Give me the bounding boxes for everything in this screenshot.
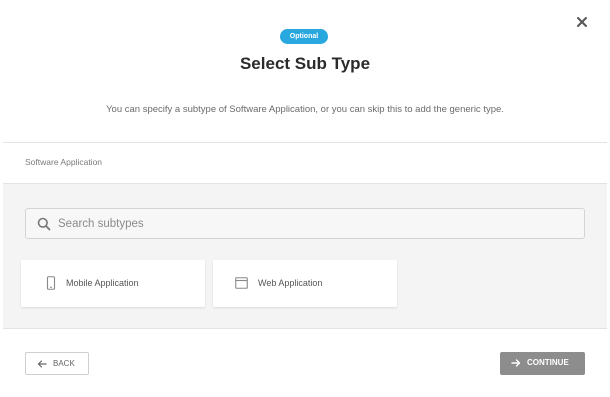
continue-label: CONTINUE (527, 358, 569, 367)
search-icon (37, 217, 51, 231)
dialog-title: Select Sub Type (239, 54, 371, 73)
dialog-subtitle: You can specify a subtype of Software Ap… (106, 104, 504, 115)
subtype-card-web-application[interactable]: Web Application (213, 260, 397, 307)
mobile-phone-icon (46, 276, 56, 290)
browser-window-icon (235, 277, 248, 289)
optional-badge: Optional (280, 29, 328, 44)
arrow-right-icon (511, 359, 521, 367)
select-subtype-dialog: Optional Select Sub Type You can specify… (3, 0, 607, 397)
divider (3, 328, 607, 329)
continue-button[interactable]: CONTINUE (500, 352, 585, 375)
arrow-left-icon (37, 360, 47, 368)
subtype-content: Mobile Application Web Application (3, 184, 607, 328)
section-label: Software Application (25, 157, 103, 167)
section-header: Software Application (3, 143, 607, 183)
subtype-card-mobile-application[interactable]: Mobile Application (21, 260, 205, 307)
dialog-header: Optional Select Sub Type You can specify… (3, 0, 607, 142)
subtype-label: Web Application (258, 278, 323, 288)
search-input[interactable] (58, 209, 578, 238)
back-label: BACK (53, 359, 75, 368)
back-button[interactable]: BACK (25, 352, 89, 375)
subtype-label: Mobile Application (66, 278, 139, 288)
search-box (25, 208, 585, 239)
